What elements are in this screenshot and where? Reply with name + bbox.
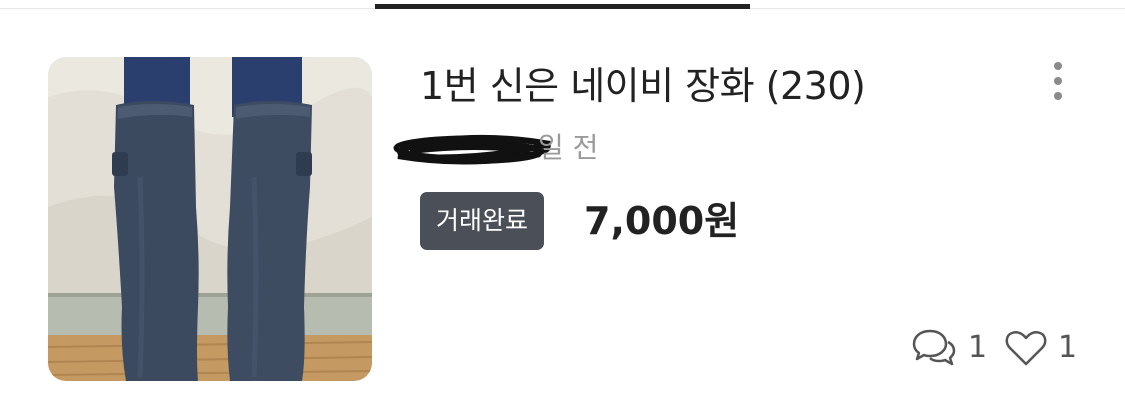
active-tab-indicator — [375, 4, 750, 9]
product-price: 7,000원 — [584, 199, 740, 243]
status-badge: 거래완료 — [420, 192, 545, 250]
product-title[interactable]: 1번 신은 네이비 장화 (230) — [420, 58, 866, 114]
posted-time: 일 전 — [538, 131, 599, 164]
chat-bubbles-icon — [912, 329, 956, 366]
redaction-scribble — [393, 134, 551, 165]
product-meta: 일 전 — [390, 128, 630, 168]
engagement-counts: 1 1 — [908, 326, 1088, 370]
like-count: 1 — [1058, 330, 1078, 365]
more-dot-icon — [1054, 77, 1062, 85]
more-dot-icon — [1054, 62, 1062, 70]
product-thumbnail[interactable] — [48, 57, 372, 381]
product-list-item[interactable]: 1번 신은 네이비 장화 (230) 일 전 거래완료 7,000원 1 1 — [0, 30, 1125, 400]
more-dot-icon — [1054, 92, 1062, 100]
chat-count: 1 — [968, 330, 988, 365]
heart-icon — [1005, 330, 1047, 366]
more-options-button[interactable] — [1038, 58, 1078, 104]
